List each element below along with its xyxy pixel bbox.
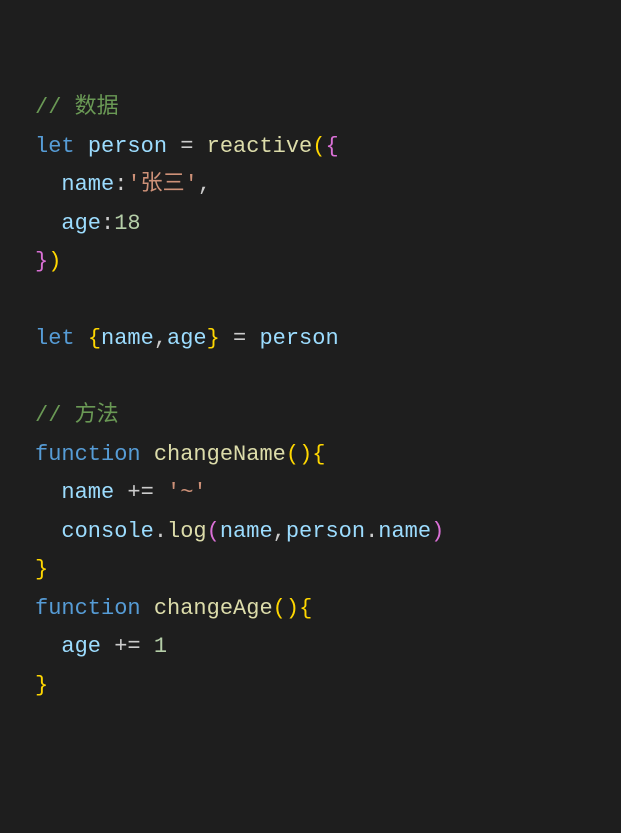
number-18: 18 bbox=[114, 211, 140, 236]
number-1: 1 bbox=[154, 634, 167, 659]
obj-console: console bbox=[61, 519, 153, 544]
var-age: age bbox=[61, 634, 101, 659]
brace-close: } bbox=[207, 326, 220, 351]
paren-open: ( bbox=[207, 519, 220, 544]
prop-name: name bbox=[378, 519, 431, 544]
brace-open: { bbox=[299, 596, 312, 621]
string-zhangsan: '张三' bbox=[127, 172, 197, 197]
keyword-let: let bbox=[35, 326, 75, 351]
brace-close: } bbox=[35, 249, 48, 274]
code-editor: // 数据 let person = reactive({ name:'张三',… bbox=[35, 89, 586, 705]
brace-close: } bbox=[35, 673, 48, 698]
operator-pluseq: += bbox=[114, 480, 167, 505]
paren-close: ) bbox=[286, 596, 299, 621]
fn-changename: changeName bbox=[154, 442, 286, 467]
var-name: name bbox=[61, 480, 114, 505]
var-name: name bbox=[220, 519, 273, 544]
operator-pluseq: += bbox=[101, 634, 154, 659]
keyword-function: function bbox=[35, 596, 141, 621]
prop-age: age bbox=[61, 211, 101, 236]
fn-log: log bbox=[167, 519, 207, 544]
paren-close: ) bbox=[299, 442, 312, 467]
fn-changeage: changeAge bbox=[154, 596, 273, 621]
brace-open: { bbox=[312, 442, 325, 467]
paren-open: ( bbox=[273, 596, 286, 621]
var-age: age bbox=[167, 326, 207, 351]
keyword-function: function bbox=[35, 442, 141, 467]
operator-assign: = bbox=[167, 134, 207, 159]
paren-close: ) bbox=[48, 249, 61, 274]
brace-open: { bbox=[325, 134, 338, 159]
var-person: person bbox=[259, 326, 338, 351]
paren-open: ( bbox=[312, 134, 325, 159]
brace-open: { bbox=[88, 326, 101, 351]
string-tilde: '~' bbox=[167, 480, 207, 505]
var-person: person bbox=[88, 134, 167, 159]
brace-close: } bbox=[35, 557, 48, 582]
paren-close: ) bbox=[431, 519, 444, 544]
comment-data: // 数据 bbox=[35, 95, 119, 120]
fn-reactive: reactive bbox=[207, 134, 313, 159]
prop-name: name bbox=[61, 172, 114, 197]
paren-open: ( bbox=[286, 442, 299, 467]
var-person: person bbox=[286, 519, 365, 544]
comment-methods: // 方法 bbox=[35, 403, 119, 428]
keyword-let: let bbox=[35, 134, 75, 159]
var-name: name bbox=[101, 326, 154, 351]
